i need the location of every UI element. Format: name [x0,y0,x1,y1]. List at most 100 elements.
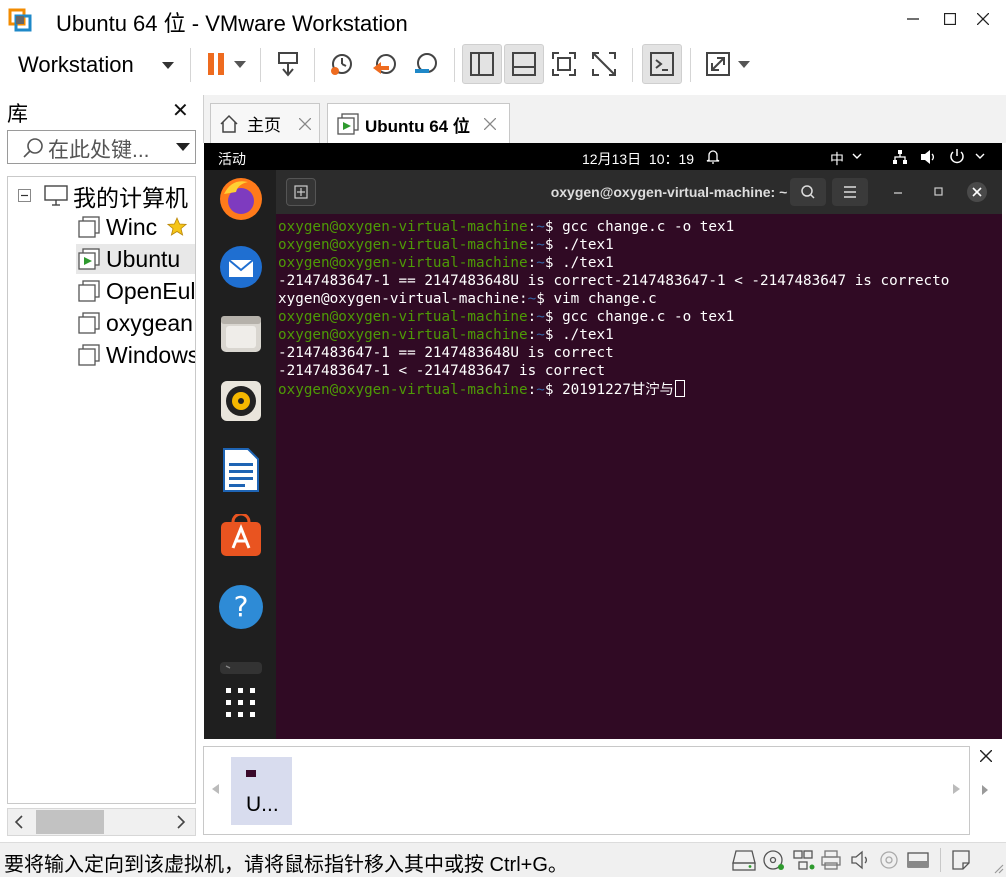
chevron-down-icon[interactable] [975,153,985,160]
terminal-line: -2147483647-1 == 2147483648U is correct [278,344,1000,362]
console-view-button[interactable] [642,44,682,84]
collapse-icon[interactable] [18,189,31,202]
revert-snapshot-icon[interactable] [364,44,404,84]
vm-icon [78,216,100,238]
show-thumbnail-bar-button[interactable] [504,44,544,84]
message-log-icon[interactable] [950,849,972,871]
sound-card-icon[interactable] [850,849,872,871]
chevron-down-icon[interactable] [176,143,190,152]
help-icon[interactable]: ? [218,584,264,630]
terminal-line: oxygen@oxygen-virtual-machine:~$ ./tex1 [278,326,1000,344]
tree-vm-item-selected[interactable]: Ubuntu [76,244,195,274]
files-icon[interactable] [220,312,262,354]
network-adapter-icon[interactable] [792,849,816,871]
tree-vm-item[interactable]: Windows [78,340,196,370]
libreoffice-writer-icon[interactable] [220,448,262,492]
toolbar [0,40,1006,90]
chevron-down-icon[interactable] [162,62,174,70]
vm-thumbnail[interactable]: U... [231,757,292,825]
terminal-search-button[interactable] [790,178,826,206]
tree-vm-item[interactable]: OpenEul [78,276,196,306]
thumb-scroll-right-icon[interactable] [952,783,962,795]
firefox-icon[interactable] [218,176,264,222]
vm-icon [78,280,100,302]
hard-disk-icon[interactable] [732,849,756,871]
volume-icon[interactable] [920,149,938,165]
snapshot-icon[interactable] [322,44,362,84]
stretch-guest-icon[interactable] [698,44,738,84]
suspend-button[interactable] [196,44,236,84]
terminal-icon[interactable] [220,660,262,674]
activities-button[interactable]: 活动 [218,149,246,169]
power-icon[interactable] [949,148,965,164]
vmware-logo-icon [8,8,32,32]
library-horizontal-scrollbar[interactable] [7,808,196,836]
vm-label: OpenEul [106,277,196,304]
view-dropdown-icon[interactable] [738,61,750,69]
terminal-maximize-icon[interactable] [934,187,943,196]
close-button[interactable] [960,0,1006,38]
resize-grip-icon[interactable] [992,862,1004,874]
vm-label: Windows [106,341,196,368]
tab-close-icon[interactable] [299,117,311,130]
terminal-window[interactable]: oxygen@oxygen-virtual-machine: ~ oxygen@… [276,170,1002,739]
show-library-button[interactable] [462,44,502,84]
ubuntu-dock: ? [204,170,276,739]
terminal-line: oxygen@oxygen-virtual-machine:~$ gcc cha… [278,308,1000,326]
printer-icon[interactable] [820,849,842,871]
clock[interactable]: 12月13日 10：19 [582,149,694,169]
tab-ubuntu[interactable]: Ubuntu 64 位 [327,103,510,144]
ubuntu-software-icon[interactable] [219,514,263,558]
terminal-command: ./tex1 [562,255,614,271]
tree-vm-item[interactable]: oxygean [78,308,193,338]
rhythmbox-icon[interactable] [220,380,262,422]
tab-close-icon[interactable] [483,118,496,130]
unity-mode-icon[interactable] [584,44,624,84]
terminal-output[interactable]: oxygen@oxygen-virtual-machine:~$ gcc cha… [278,218,1000,739]
prompt-user: oxygen@oxygen-virtual-machine [278,327,528,343]
tree-root-my-computer[interactable]: 我的计算机 [73,181,188,211]
tree-vm-item[interactable]: Winc [78,212,188,242]
chevron-down-icon[interactable] [852,153,862,160]
terminal-command: 20191227甘泞与 [562,382,674,398]
thumb-scroll-left-icon[interactable] [210,783,220,795]
show-applications-icon[interactable] [226,688,256,718]
workstation-menu[interactable]: Workstation [18,52,134,78]
prompt-separator: : [527,219,537,235]
send-ctrl-alt-del-icon[interactable] [268,44,308,84]
prompt-user: oxygen@oxygen-virtual-machine [278,237,528,253]
terminal-cursor [674,380,685,397]
tab-home-label: 主页 [247,116,281,135]
prompt-path: ~ [527,291,537,307]
terminal-command: ./tex1 [562,237,614,253]
terminal-command: ./tex1 [562,327,614,343]
display-icon[interactable] [906,849,930,871]
vm-console[interactable]: 活动 12月13日 10：19 中 ? oxygen@oxygen-virtua… [204,143,1002,739]
power-dropdown-icon[interactable] [234,61,246,69]
scroll-left-icon[interactable] [14,815,24,829]
prompt-separator: : [527,382,537,398]
full-screen-icon[interactable] [544,44,584,84]
tab-ubuntu-label: Ubuntu 64 位 [365,116,470,136]
network-icon[interactable] [892,149,908,165]
thunderbird-icon[interactable] [218,244,264,290]
terminal-line: xygen@oxygen-virtual-machine:~$ vim chan… [278,290,1000,308]
scroll-right-icon[interactable] [176,815,186,829]
terminal-close-icon[interactable] [966,181,988,203]
terminal-minimize-icon[interactable] [894,192,902,195]
input-method-indicator[interactable]: 中 [830,149,844,169]
library-close-icon[interactable]: ✕ [172,98,189,123]
status-message: 要将输入定向到该虚拟机，请将鼠标指针移入其中或按 Ctrl+G。 [4,854,568,876]
snapshot-manager-icon[interactable] [406,44,446,84]
scroll-thumb[interactable] [36,810,104,834]
tab-home[interactable]: 主页 [210,103,320,143]
prompt-path: ~ [536,327,545,343]
status-divider [940,848,941,872]
usb-icon[interactable] [878,849,900,871]
prompt-symbol: $ [544,327,563,343]
cd-dvd-icon[interactable] [762,849,786,871]
thumbnail-close-icon[interactable] [980,750,992,762]
terminal-menu-button[interactable] [832,178,868,206]
prompt-symbol: $ [544,382,563,398]
thumbnail-scroll-right-icon[interactable] [980,784,990,796]
